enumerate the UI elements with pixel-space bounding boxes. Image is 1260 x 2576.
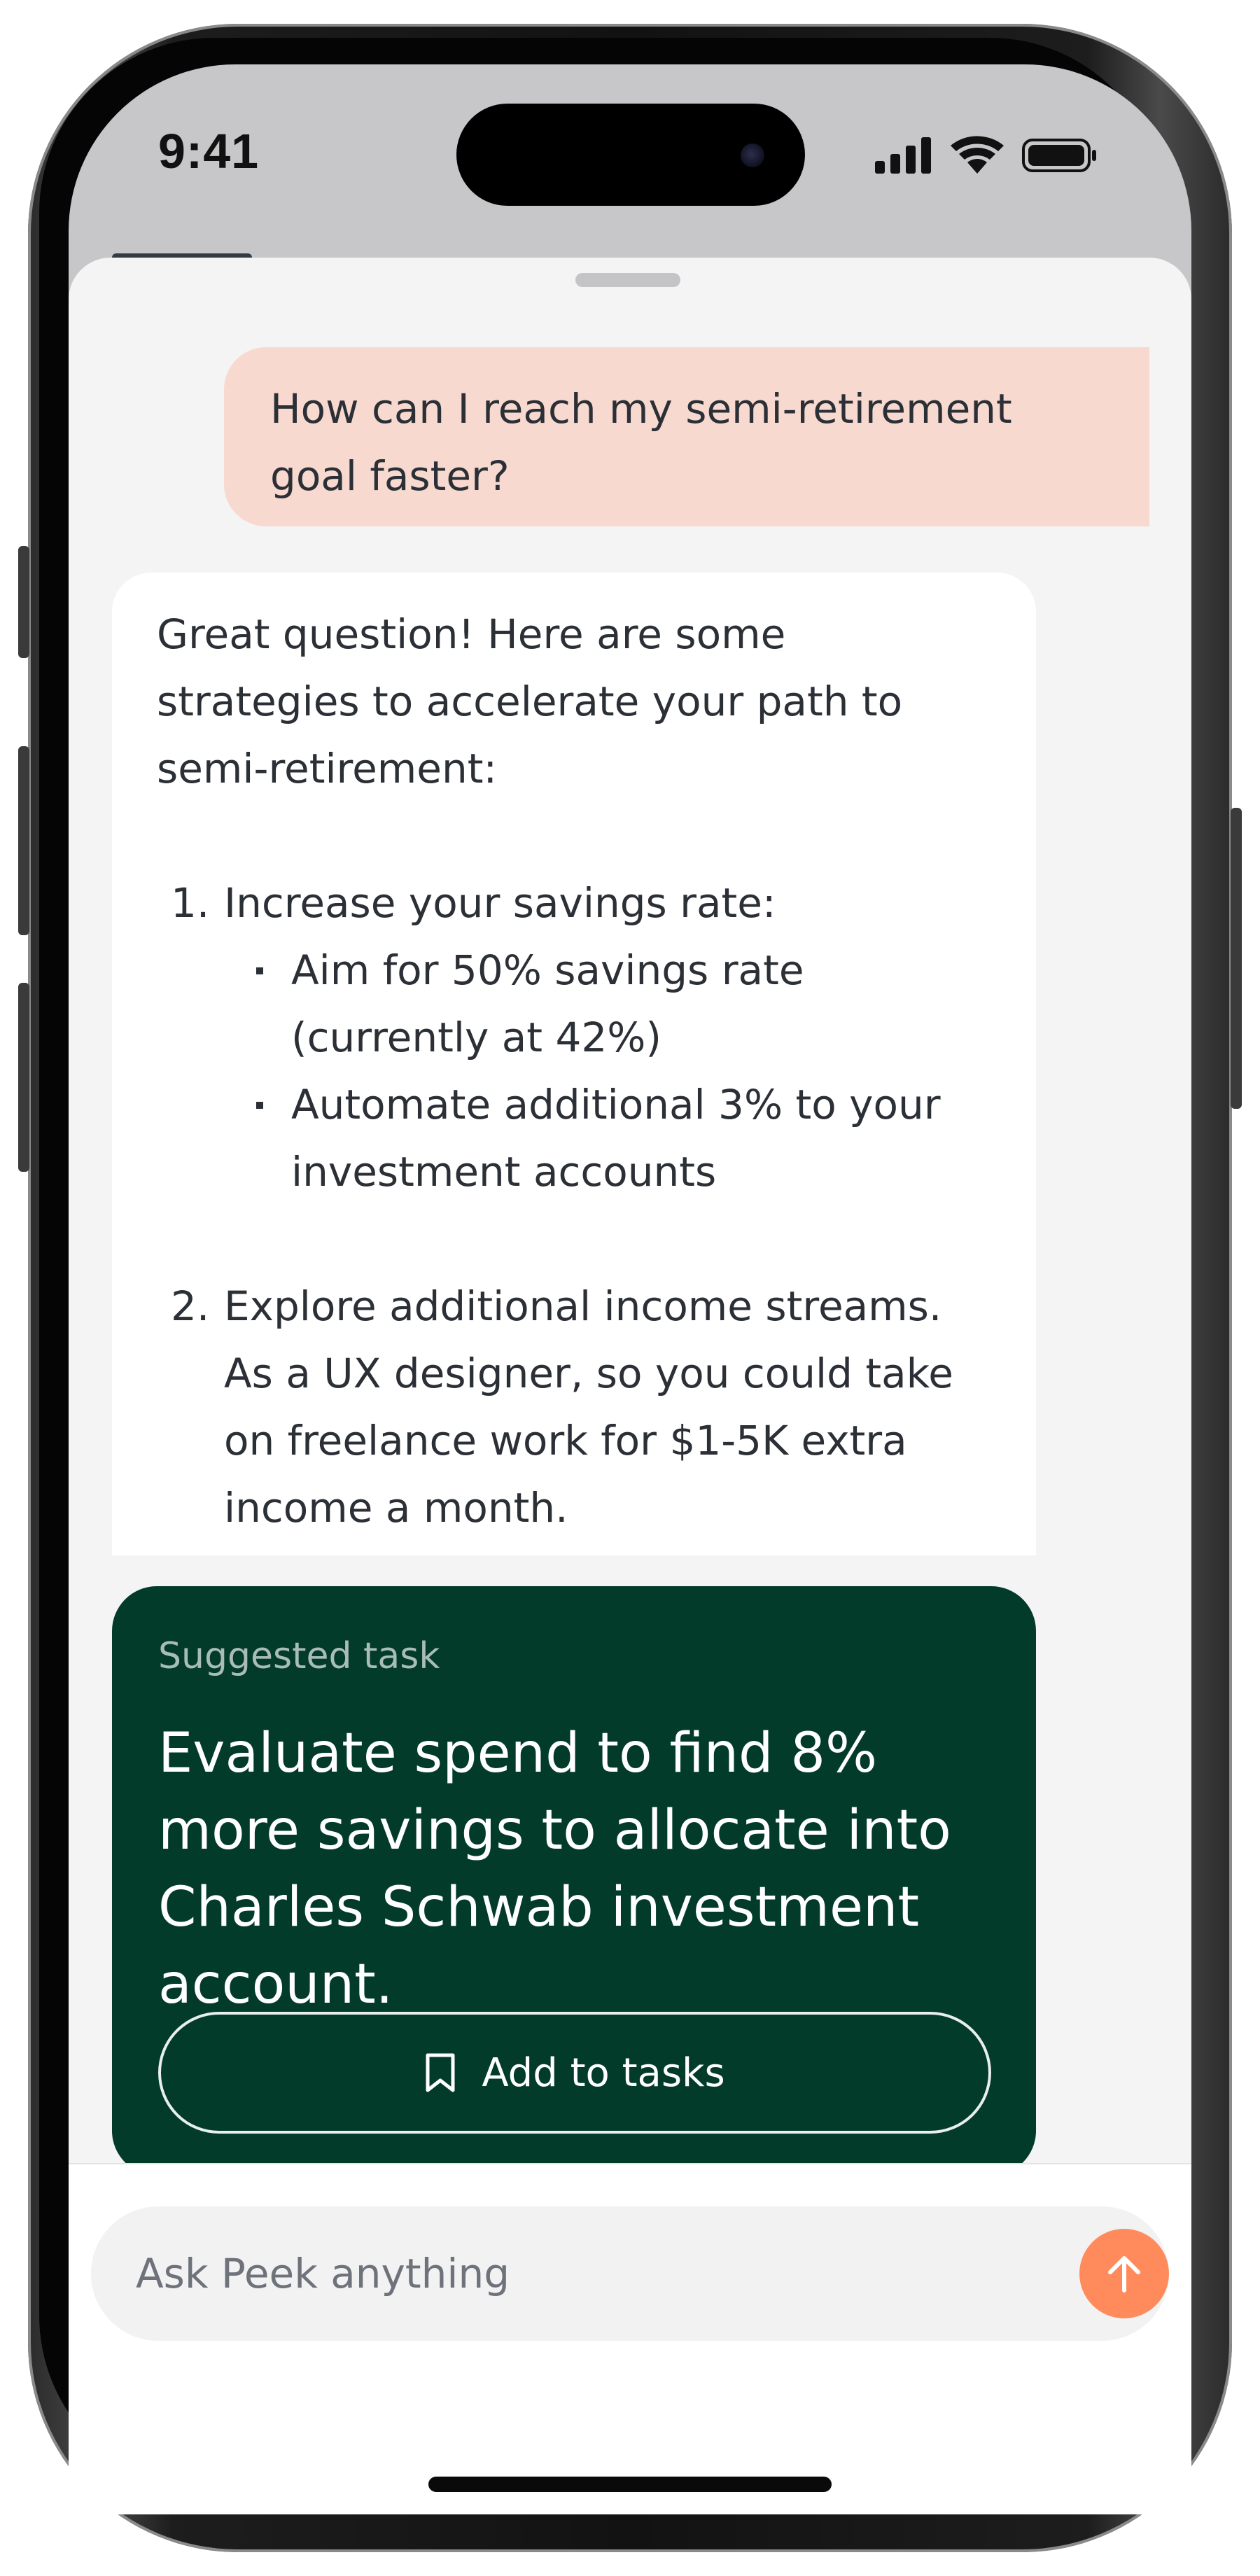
assistant-message-bubble: Great question! Here are some strategies… (112, 573, 1036, 1555)
page: 9:41 How can I reach my semi-retirement … (0, 0, 1260, 2576)
user-message-bubble: How can I reach my semi-retirement goal … (224, 347, 1149, 526)
composer: Ask Peek anything (69, 2163, 1191, 2514)
ask-input-placeholder: Ask Peek anything (136, 2250, 510, 2297)
bullet-icon (256, 1102, 263, 1109)
camera-icon (741, 144, 764, 167)
sheet-grabber[interactable] (575, 273, 680, 287)
list-number: 1. (171, 879, 210, 927)
add-to-tasks-label: Add to tasks (482, 2050, 725, 2096)
bullet-icon (256, 967, 263, 974)
arrow-up-icon (1108, 2256, 1140, 2292)
suggested-task-label: Suggested task (158, 1635, 440, 1677)
cellular-signal-icon (875, 137, 931, 174)
action-button (18, 546, 29, 658)
home-indicator[interactable] (428, 2477, 832, 2492)
volume-up-button (18, 746, 29, 935)
send-button[interactable] (1079, 2229, 1169, 2318)
power-button (1231, 808, 1242, 1109)
status-time: 9:41 (158, 124, 260, 178)
bookmark-icon (426, 2053, 455, 2092)
chat-sheet[interactable]: How can I reach my semi-retirement goal … (69, 258, 1191, 2514)
sub-list-item-text: Aim for 50% savings rate (currently at 4… (291, 946, 804, 1061)
ask-input[interactable]: Ask Peek anything (91, 2206, 1169, 2341)
list-item-text: Explore additional income streams. As a … (224, 1282, 953, 1532)
sub-list-item: Automate additional 3% to your investmen… (224, 1071, 994, 1205)
sub-list-item-text: Automate additional 3% to your investmen… (291, 1081, 941, 1196)
suggested-task-title: Evaluate spend to find 8% more savings t… (158, 1722, 951, 2016)
volume-down-button (18, 983, 29, 1172)
status-icons (875, 136, 1096, 174)
battery-icon (1022, 139, 1096, 172)
list-number: 2. (171, 1282, 210, 1330)
list-item: 1. Increase your savings rate: Aim for 5… (157, 869, 994, 1205)
suggested-task-card: Suggested task Evaluate spend to find 8%… (112, 1586, 1036, 2176)
wifi-icon (951, 136, 1004, 174)
list-item-text: Increase your savings rate: (224, 879, 776, 927)
sub-list-item: Aim for 50% savings rate (currently at 4… (224, 937, 994, 1071)
assistant-intro: Great question! Here are some strategies… (157, 610, 903, 792)
user-message-text: How can I reach my semi-retirement goal … (270, 385, 1012, 500)
add-to-tasks-button[interactable]: Add to tasks (158, 2012, 991, 2134)
list-item: 2. Explore additional income streams. As… (157, 1273, 994, 1541)
